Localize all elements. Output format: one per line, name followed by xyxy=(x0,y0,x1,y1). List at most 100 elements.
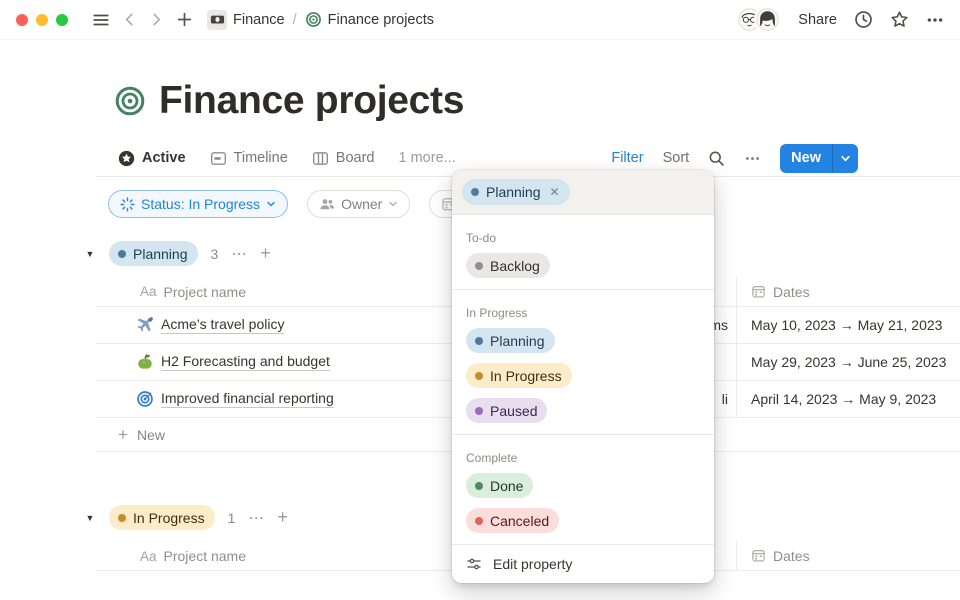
status-filter-chip[interactable]: Status: In Progress xyxy=(108,190,288,218)
dates-cell[interactable]: April 14, 2023 → May 9, 2023 xyxy=(751,391,936,407)
collapse-triangle-icon[interactable]: ▼ xyxy=(84,249,96,259)
tab-label: Active xyxy=(142,150,186,166)
section-label: To-do xyxy=(452,219,714,248)
page-title-icon[interactable] xyxy=(114,85,146,117)
status-option-in-progress[interactable]: In Progress xyxy=(452,358,714,393)
new-button-label[interactable]: New xyxy=(780,144,832,173)
collaborator-avatars[interactable] xyxy=(736,6,781,33)
owner-filter-label: Owner xyxy=(341,196,382,212)
status-dot xyxy=(475,517,483,525)
section-label: In Progress xyxy=(452,294,714,323)
name-column-header[interactable]: Project name xyxy=(164,548,246,564)
status-option-planning[interactable]: Planning xyxy=(452,323,714,358)
filter-bar: Status: In Progress Owner xyxy=(108,190,495,218)
dates-cell[interactable]: May 29, 2023 → June 25, 2023 xyxy=(751,354,946,370)
owner-cell-partial[interactable]: li xyxy=(722,391,736,407)
status-dot xyxy=(475,482,483,490)
tab-label: Timeline xyxy=(234,150,288,166)
breadcrumb-root[interactable]: Finance xyxy=(233,12,285,28)
window-titlebar: Finance / Finance projects Share xyxy=(0,0,960,40)
group-status-tag[interactable]: In Progress xyxy=(109,505,215,530)
section-label: Complete xyxy=(452,439,714,468)
avatar-user-2 xyxy=(754,6,781,33)
status-burst-icon xyxy=(120,197,135,212)
project-name-link[interactable]: H2 Forecasting and budget xyxy=(161,353,330,371)
finance-page-icon xyxy=(207,10,227,30)
group-count: 1 xyxy=(228,510,236,526)
breadcrumb-separator: / xyxy=(293,12,297,28)
group-add-row-icon[interactable]: + xyxy=(260,243,271,264)
chevron-down-icon xyxy=(266,199,276,209)
window-controls xyxy=(16,14,68,26)
plus-icon: + xyxy=(118,425,128,445)
new-button-chevron-down-icon[interactable] xyxy=(832,144,858,173)
zoom-window-button[interactable] xyxy=(56,14,68,26)
status-option-backlog[interactable]: Backlog xyxy=(452,248,714,283)
favorite-star-icon[interactable] xyxy=(890,10,909,29)
page-header: Finance projects xyxy=(114,79,464,123)
page-title[interactable]: Finance projects xyxy=(159,79,464,123)
status-option-canceled[interactable]: Canceled xyxy=(452,503,714,538)
tab-board-view[interactable]: Board xyxy=(312,150,375,167)
name-column-header[interactable]: Project name xyxy=(164,284,246,300)
group-header-planning: ▼ Planning 3 ⋯ + xyxy=(84,241,271,266)
close-window-button[interactable] xyxy=(16,14,28,26)
target-emoji-icon xyxy=(136,390,154,408)
status-dot xyxy=(471,188,479,196)
edit-property-button[interactable]: Edit property xyxy=(452,544,714,583)
calendar-icon xyxy=(751,548,766,563)
dates-cell[interactable]: May 10, 2023 → May 21, 2023 xyxy=(751,317,942,333)
tab-label: Board xyxy=(336,150,375,166)
tab-more-views[interactable]: 1 more... xyxy=(399,150,456,166)
airplane-emoji-icon xyxy=(136,316,154,334)
breadcrumb-current[interactable]: Finance projects xyxy=(328,12,434,28)
group-count: 3 xyxy=(211,246,219,262)
green-apple-emoji-icon xyxy=(136,353,154,371)
timeline-icon xyxy=(210,150,227,167)
status-filter-label: Status: In Progress xyxy=(141,196,260,212)
new-button[interactable]: New xyxy=(780,144,858,173)
status-dot xyxy=(475,337,483,345)
star-badge-icon xyxy=(118,150,135,167)
group-header-in-progress: ▼ In Progress 1 ⋯ + xyxy=(84,505,288,530)
status-dot xyxy=(118,250,126,258)
selected-status-tag[interactable]: Planning ✕ xyxy=(462,179,570,205)
group-add-row-icon[interactable]: + xyxy=(277,507,288,528)
filter-button[interactable]: Filter xyxy=(611,150,643,166)
search-icon[interactable] xyxy=(708,150,725,167)
status-option-done[interactable]: Done xyxy=(452,468,714,503)
sliders-icon xyxy=(466,556,482,572)
minimize-window-button[interactable] xyxy=(36,14,48,26)
breadcrumb-page-icon xyxy=(305,11,322,28)
project-name-link[interactable]: Improved financial reporting xyxy=(161,390,334,408)
people-icon xyxy=(319,196,335,212)
dropdown-section-todo: To-do Backlog xyxy=(452,215,714,289)
hamburger-menu-icon[interactable] xyxy=(92,11,110,29)
share-button[interactable]: Share xyxy=(798,12,837,28)
collapse-triangle-icon[interactable]: ▼ xyxy=(84,513,96,523)
more-options-icon[interactable] xyxy=(926,11,944,29)
nav-forward-icon[interactable] xyxy=(149,12,164,27)
status-dot xyxy=(475,262,483,270)
sort-button[interactable]: Sort xyxy=(663,150,690,166)
tab-label: 1 more... xyxy=(399,150,456,166)
group-options-dots-icon[interactable]: ⋯ xyxy=(231,244,247,264)
view-options-dots-icon[interactable] xyxy=(744,150,761,167)
status-option-paused[interactable]: Paused xyxy=(452,393,714,428)
board-icon xyxy=(312,150,329,167)
remove-tag-icon[interactable]: ✕ xyxy=(550,185,560,199)
owner-filter-chip[interactable]: Owner xyxy=(307,190,410,218)
dropdown-section-complete: Complete Done Canceled xyxy=(452,434,714,544)
dates-column-header[interactable]: Dates xyxy=(773,548,810,564)
dates-column-header[interactable]: Dates xyxy=(773,284,810,300)
tab-timeline-view[interactable]: Timeline xyxy=(210,150,288,167)
group-status-tag[interactable]: Planning xyxy=(109,241,198,266)
clock-history-icon[interactable] xyxy=(854,10,873,29)
group-options-dots-icon[interactable]: ⋯ xyxy=(248,508,264,528)
tab-active-view[interactable]: Active xyxy=(118,150,186,167)
new-page-plus-icon[interactable] xyxy=(176,11,193,28)
text-property-icon: Aa xyxy=(140,549,157,564)
breadcrumb: Finance / Finance projects xyxy=(207,10,434,30)
nav-back-icon[interactable] xyxy=(122,12,137,27)
project-name-link[interactable]: Acme’s travel policy xyxy=(161,316,284,334)
